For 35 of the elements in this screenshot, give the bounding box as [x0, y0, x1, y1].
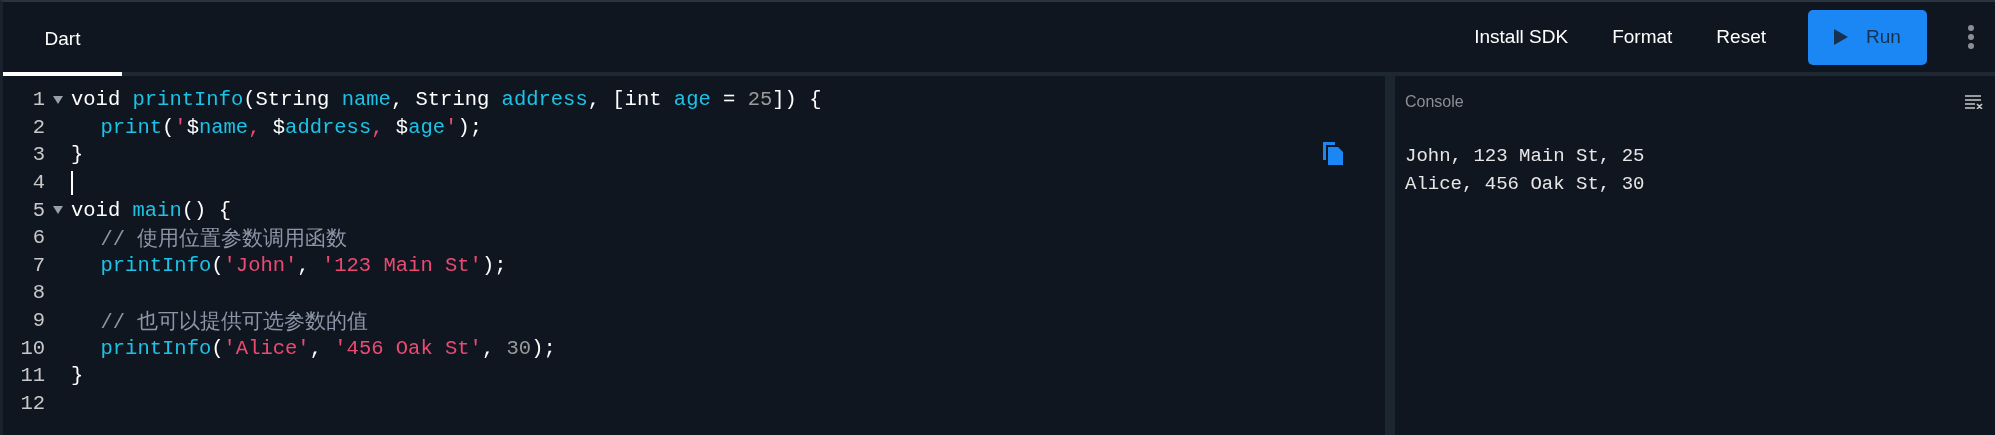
toolbar-button[interactable]: Install SDK	[1452, 10, 1591, 64]
code-line: }	[71, 143, 84, 167]
line-number: 2	[31, 115, 45, 139]
code-line: void printInfo(String name, String address, [int age = 25]) {	[71, 88, 822, 112]
line-number: 12	[19, 391, 45, 415]
language-tab[interactable]: Dart	[3, 2, 122, 76]
line-number: 4	[31, 171, 45, 195]
console-output-line: Alice, 456 Oak St, 30	[1405, 172, 1646, 197]
fold-caret-icon[interactable]	[53, 206, 63, 215]
line-number: 9	[31, 309, 45, 333]
console-title: Console	[1405, 93, 1464, 111]
line-number: 1	[31, 88, 45, 112]
code-line: void main() {	[71, 198, 231, 222]
code-line: }	[71, 364, 84, 388]
code-line: printInfo('Alice', '456 Oak St', 30);	[100, 336, 556, 360]
line-number: 11	[19, 364, 45, 388]
fold-caret-icon[interactable]	[53, 95, 63, 104]
run-button[interactable]: Run	[1808, 9, 1927, 65]
clear-console-icon[interactable]	[1965, 95, 1983, 109]
line-number: 6	[31, 226, 45, 250]
code-line: print('$name, $address, $age');	[100, 115, 482, 139]
code-line: // 也可以提供可选参数的值	[100, 309, 369, 335]
console-output-line: John, 123 Main St, 25	[1405, 144, 1646, 169]
line-number: 8	[31, 281, 45, 305]
toolbar-button[interactable]: Format	[1590, 10, 1695, 64]
line-number: 10	[19, 336, 45, 360]
more-icon[interactable]	[1967, 25, 1975, 49]
toolbar-button[interactable]: Reset	[1694, 10, 1788, 64]
line-number: 5	[31, 198, 45, 222]
code-line: printInfo('John', '123 Main St');	[100, 253, 507, 277]
copy-icon[interactable]	[1321, 140, 1345, 166]
line-number: 7	[31, 253, 45, 277]
code-line: // 使用位置参数调用函数	[100, 226, 348, 252]
line-number: 3	[31, 143, 45, 167]
play-icon	[1834, 29, 1849, 45]
